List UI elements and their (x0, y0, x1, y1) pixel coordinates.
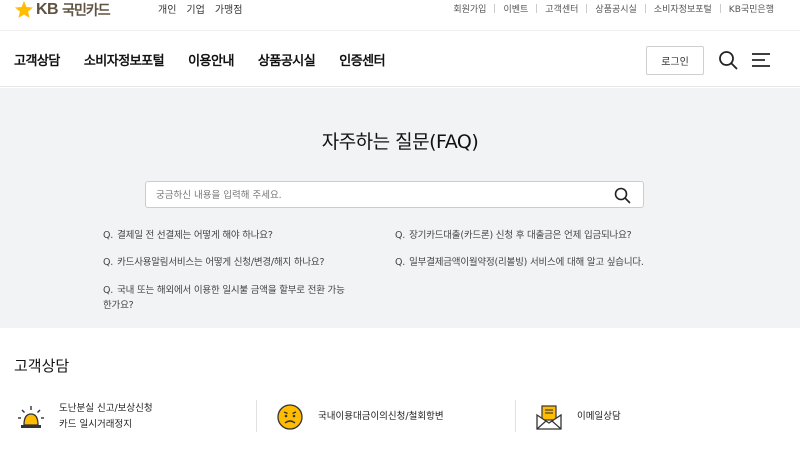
divider (644, 4, 646, 13)
faq-search-input[interactable] (156, 185, 606, 205)
divider (719, 4, 721, 13)
faq-question-link[interactable]: Q. 국내 또는 해외에서 이용한 일시불 금액을 할부로 전환 가능한가요? (103, 283, 353, 313)
main-nav: 고객상담 소비자정보포털 이용안내 상품공시실 인증센터 로그인 (0, 30, 800, 87)
gnb-item-usage-guide[interactable]: 이용안내 (188, 50, 234, 69)
customer-consult-title: 고객상담 (14, 357, 70, 375)
cs-item-lost-stolen[interactable]: 도난분실 신고/보상신청 카드 일시거래정지 (17, 397, 153, 437)
faq-search-box (145, 181, 644, 208)
util-link-kb-bank[interactable]: KB국민은행 (729, 2, 774, 15)
faq-question-link[interactable]: Q. 카드사용알림서비스는 어떻게 신청/변경/해지 하나요? (103, 255, 324, 270)
gnb-menu: 고객상담 소비자정보포털 이용안내 상품공시실 인증센터 (14, 50, 386, 69)
kb-star-icon (15, 1, 33, 18)
cs-item-email[interactable]: 이메일상담 (535, 397, 621, 437)
divider (256, 400, 257, 432)
cs-item-line: 이메일상담 (577, 411, 621, 422)
question-prefix: Q. (103, 257, 114, 268)
cs-item-line: 국내이용대금이의신청/철회항변 (318, 411, 444, 422)
faq-title: 자주하는 질문(FAQ) (321, 131, 479, 153)
logo-kb-text: KB (36, 1, 59, 18)
question-prefix: Q. (395, 257, 406, 268)
utility-links: 회원가입 이벤트 고객센터 상품공시실 소비자정보포털 KB국민은행 (453, 2, 774, 15)
question-prefix: Q. (103, 285, 114, 296)
faq-section: 자주하는 질문(FAQ) Q.결제일 전 선결제는 어떻게 해야 하나요? Q.… (0, 88, 800, 328)
question-text: 장기카드대출(카드론) 신청 후 대출금은 언제 입금되나요? (409, 230, 632, 241)
sad-face-icon (277, 404, 303, 430)
search-icon[interactable] (614, 187, 631, 204)
divider (586, 4, 588, 13)
faq-question-link[interactable]: Q. 장기카드대출(카드론) 신청 후 대출금은 언제 입금되나요? (395, 228, 632, 243)
question-text: 일부결제금액이월약정(리볼빙) 서비스에 대해 알고 싶습니다. (409, 257, 644, 268)
hamburger-menu-icon[interactable] (752, 52, 770, 68)
cs-item-dispute[interactable]: 국내이용대금이의신청/철회항변 (276, 397, 444, 437)
gnb-item-consumer-portal[interactable]: 소비자정보포털 (84, 50, 165, 69)
question-text: 국내 또는 해외에서 이용한 일시불 금액을 할부로 전환 가능한가요? (103, 285, 345, 311)
gnb-item-product-disclosure[interactable]: 상품공시실 (258, 50, 316, 69)
divider (536, 4, 538, 13)
util-link-consumer-portal[interactable]: 소비자정보포털 (654, 2, 712, 15)
segment-personal[interactable]: 개인 (158, 1, 176, 16)
divider (494, 4, 496, 13)
question-prefix: Q. (103, 230, 114, 241)
faq-question-link[interactable]: Q. 일부결제금액이월약정(리볼빙) 서비스에 대해 알고 싶습니다. (395, 255, 644, 270)
utility-bar: KB 국민카드 개인 기업 가맹점 회원가입 이벤트 고객센터 상품공시실 소비… (0, 0, 800, 22)
gnb-item-auth-center[interactable]: 인증센터 (339, 50, 385, 69)
util-link-product-disclosure[interactable]: 상품공시실 (595, 2, 636, 15)
util-link-signup[interactable]: 회원가입 (453, 2, 486, 15)
logo-name-text: 국민카드 (62, 3, 111, 19)
util-link-customer-center[interactable]: 고객센터 (545, 2, 578, 15)
cs-item-line: 카드 일시거래정지 (59, 419, 132, 430)
question-text: 카드사용알림서비스는 어떻게 신청/변경/해지 하나요? (117, 257, 325, 268)
gnb-item-customer-consult[interactable]: 고객상담 (14, 50, 60, 69)
segment-business[interactable]: 기업 (186, 1, 204, 16)
login-button[interactable]: 로그인 (646, 46, 704, 75)
kb-kookmin-card-logo[interactable]: KB 국민카드 (14, 0, 111, 20)
faq-question-link[interactable]: Q. 결제일 전 선결제는 어떻게 해야 하나요? (103, 228, 273, 243)
cs-item-text: 도난분실 신고/보상신청 카드 일시거래정지 (59, 401, 153, 433)
divider (515, 400, 516, 432)
cs-item-text: 국내이용대금이의신청/철회항변 (318, 409, 444, 425)
question-text: 결제일 전 선결제는 어떻게 해야 하나요? (117, 230, 273, 241)
cs-item-line: 도난분실 신고/보상신청 (59, 403, 153, 414)
cs-item-text: 이메일상담 (577, 409, 621, 425)
segment-nav: 개인 기업 가맹점 (158, 1, 242, 16)
question-prefix: Q. (395, 230, 406, 241)
email-icon (536, 405, 562, 430)
search-icon[interactable] (718, 50, 738, 70)
segment-merchant[interactable]: 가맹점 (215, 1, 243, 16)
siren-icon (18, 406, 44, 428)
util-link-event[interactable]: 이벤트 (503, 2, 528, 15)
